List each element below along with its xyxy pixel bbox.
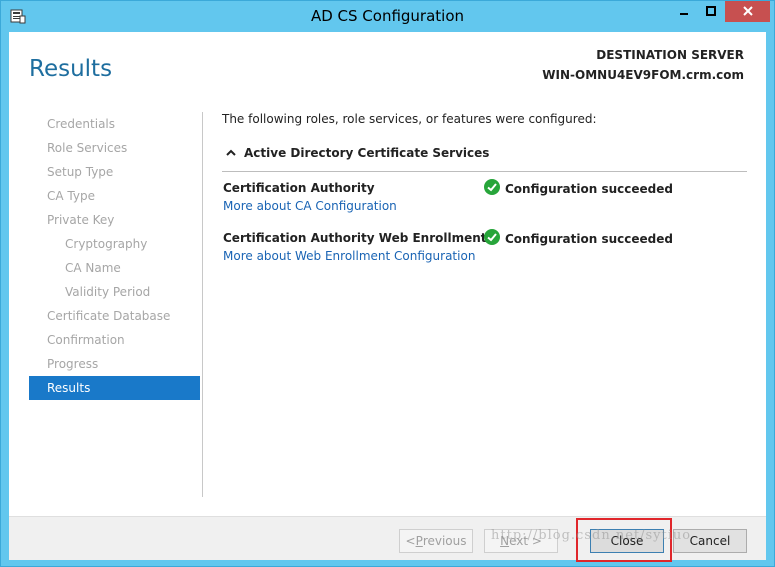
result-name: Certification Authority Web Enrollment	[223, 231, 487, 245]
nav-item-certificate-database[interactable]: Certificate Database	[29, 304, 200, 328]
nav-item-ca-type[interactable]: CA Type	[29, 184, 200, 208]
result-link[interactable]: More about CA Configuration	[223, 199, 397, 213]
nav-item-validity-period[interactable]: Validity Period	[29, 280, 200, 304]
result-row: Certification Authority Web Enrollment M…	[222, 229, 747, 279]
section-header[interactable]: Active Directory Certificate Services	[222, 141, 747, 165]
results-panel: The following roles, role services, or f…	[222, 112, 747, 279]
check-circle-icon	[484, 179, 500, 199]
window-title: AD CS Configuration	[310, 7, 465, 25]
check-circle-icon	[484, 229, 500, 249]
minimize-icon	[678, 2, 690, 21]
section-title: Active Directory Certificate Services	[244, 146, 490, 160]
maximize-button[interactable]	[698, 1, 724, 22]
previous-button[interactable]: < P revious	[399, 529, 473, 553]
destination-server-label: DESTINATION SERVER	[596, 48, 744, 62]
maximize-icon	[705, 2, 717, 21]
status-text: Configuration succeeded	[505, 182, 673, 196]
result-row: Certification Authority More about CA Co…	[222, 179, 747, 229]
window: AD CS Configuration Results DESTINATION …	[0, 0, 775, 567]
minimize-button[interactable]	[671, 1, 697, 22]
result-status: Configuration succeeded	[484, 229, 673, 249]
previous-rest: revious	[422, 534, 467, 548]
intro-text: The following roles, role services, or f…	[222, 112, 597, 126]
page-title: Results	[29, 56, 113, 82]
watermark: http://blog.csdn.net/sytiuo	[491, 528, 692, 543]
previous-mnemonic: P	[415, 534, 423, 548]
close-icon	[742, 2, 754, 21]
nav-item-cryptography[interactable]: Cryptography	[29, 232, 200, 256]
previous-prefix: <	[405, 534, 416, 548]
wizard-content: Results DESTINATION SERVER WIN-OMNU4EV9F…	[9, 32, 766, 516]
wizard-nav: Credentials Role Services Setup Type CA …	[29, 112, 200, 400]
nav-item-results[interactable]: Results	[29, 376, 200, 400]
title-bar[interactable]: AD CS Configuration	[1, 1, 774, 32]
section-divider	[222, 171, 747, 172]
result-link[interactable]: More about Web Enrollment Configuration	[223, 249, 475, 263]
nav-item-ca-name[interactable]: CA Name	[29, 256, 200, 280]
nav-divider	[202, 112, 203, 497]
destination-server-name: WIN-OMNU4EV9FOM.crm.com	[542, 68, 744, 82]
window-close-button[interactable]	[725, 1, 770, 22]
nav-item-private-key[interactable]: Private Key	[29, 208, 200, 232]
status-text: Configuration succeeded	[505, 232, 673, 246]
nav-item-progress[interactable]: Progress	[29, 352, 200, 376]
nav-item-setup-type[interactable]: Setup Type	[29, 160, 200, 184]
nav-item-role-services[interactable]: Role Services	[29, 136, 200, 160]
nav-item-credentials[interactable]: Credentials	[29, 112, 200, 136]
nav-item-confirmation[interactable]: Confirmation	[29, 328, 200, 352]
result-name: Certification Authority	[223, 181, 375, 195]
chevron-up-icon[interactable]	[222, 149, 244, 157]
result-status: Configuration succeeded	[484, 179, 673, 199]
